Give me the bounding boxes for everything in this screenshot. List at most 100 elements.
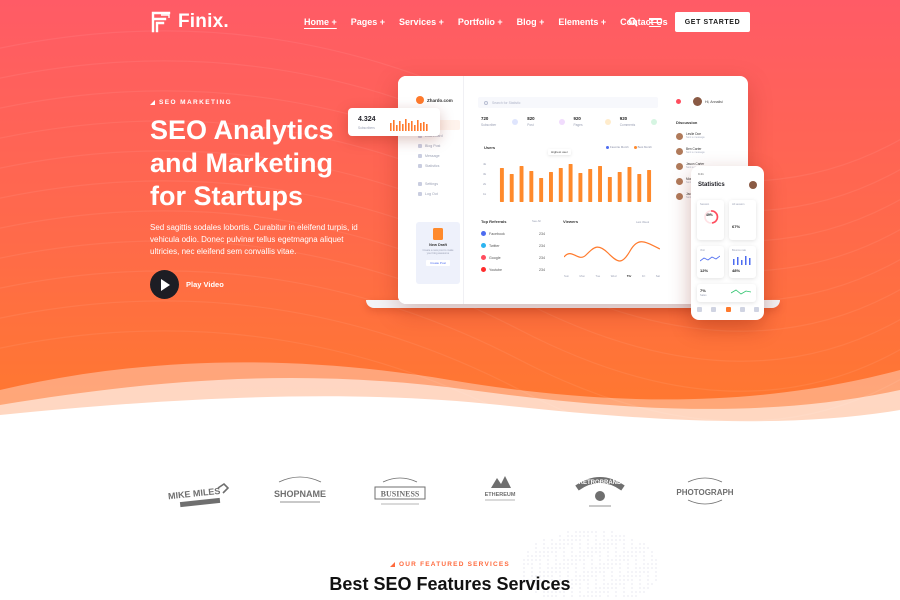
map-dot — [579, 551, 581, 553]
map-dot — [595, 543, 597, 545]
document-icon — [433, 228, 443, 240]
play-icon — [161, 278, 170, 291]
map-dot — [555, 555, 557, 557]
hero-eyebrow-text: SEO MARKETING — [159, 99, 233, 106]
tile-value: 49% — [706, 213, 713, 217]
map-dot — [643, 547, 645, 549]
hero-title-line: SEO Analytics — [150, 115, 334, 145]
viewers-panel: Viewers Last Week Sun Mon Tue Wed Thr Fr… — [558, 217, 663, 283]
tile-value: 7% — [700, 288, 706, 293]
eyebrow-triangle-icon — [390, 562, 396, 567]
legend-label: Favorite Month — [610, 145, 629, 149]
users-bar — [529, 171, 534, 202]
map-dot — [591, 595, 593, 597]
map-dot — [555, 547, 557, 549]
map-dot — [623, 539, 625, 541]
map-dot — [563, 547, 565, 549]
dashboard-brand-text: Zhardo.com — [427, 97, 453, 103]
subscribers-mini-card: 4.324 Subscribers — [348, 108, 440, 136]
tile-value: 12% — [700, 268, 709, 273]
message-icon — [418, 154, 422, 158]
sidebar-item-label: Statistics — [425, 164, 440, 168]
map-dot — [623, 535, 625, 537]
create-post-button: Create Post — [426, 259, 450, 266]
map-dot — [603, 547, 605, 549]
map-dot — [631, 595, 633, 597]
map-dot — [599, 555, 601, 557]
day-label-active: Thr — [626, 274, 632, 278]
hero-description: Sed sagittis sodales lobortis. Curabitur… — [150, 223, 358, 256]
home-icon — [697, 307, 702, 312]
map-dot — [543, 551, 545, 553]
map-dot — [555, 551, 557, 553]
nav-item-blog[interactable]: Blog + — [517, 17, 545, 27]
avatar — [749, 181, 757, 189]
users-bar — [549, 172, 553, 202]
map-dot — [567, 535, 569, 537]
hero-wave-divider — [0, 362, 900, 430]
stat-post: 820 Post — [524, 114, 570, 136]
referral-count: 234 — [539, 243, 545, 248]
play-button-circle[interactable] — [150, 270, 179, 299]
stat-value: 820 — [527, 116, 535, 121]
day-label: Sun — [564, 274, 569, 278]
day-label: Mon — [579, 274, 585, 278]
map-dot — [591, 551, 593, 553]
nav-item-elements[interactable]: Elements + — [558, 17, 606, 27]
users-bar-chart: 4k 3k 2k 1k — [483, 162, 652, 202]
nav-item-pages[interactable]: Pages + — [351, 17, 385, 27]
map-dot — [539, 571, 541, 573]
statistics-icon — [418, 164, 422, 168]
nav-item-home[interactable]: Home + — [304, 17, 337, 27]
y-tick-label: 3k — [483, 172, 487, 176]
map-dot — [547, 571, 549, 573]
stat-label: Comments — [619, 122, 636, 127]
get-started-button[interactable]: GET STARTED — [675, 12, 750, 32]
users-bar — [607, 177, 612, 202]
nav-item-portfolio[interactable]: Portfolio + — [458, 17, 503, 27]
map-dot — [587, 535, 589, 537]
map-dot — [611, 535, 613, 537]
map-dot — [575, 531, 577, 533]
referral-row: Facebook 234 — [481, 231, 545, 236]
map-dot — [595, 535, 597, 537]
stat-value: 920 — [619, 116, 628, 121]
phone-tile-all-session: All session 67% — [729, 200, 756, 240]
users-bar — [637, 174, 642, 202]
map-dot — [555, 543, 557, 545]
mini-card-value: 4.324 — [358, 116, 376, 123]
discussion-row: Ben Carter Sent a message — [676, 147, 705, 155]
avatar — [676, 147, 683, 155]
y-tick-label: 1k — [483, 192, 487, 196]
sidebar-item-statistics: Statistics — [418, 164, 439, 168]
stat-subscriber: 720 Subscriber — [478, 114, 524, 136]
map-dot — [535, 547, 537, 549]
map-dot — [639, 543, 641, 545]
play-video-button[interactable]: Play Video — [150, 270, 224, 299]
map-dot — [587, 555, 589, 557]
search-icon[interactable] — [628, 17, 638, 27]
new-draft-text: Create a new post to make your blog awes… — [422, 249, 454, 256]
map-dot — [611, 571, 613, 573]
viewers-line-chart — [564, 241, 660, 262]
site-logo[interactable]: Finix. — [150, 10, 229, 34]
map-dot — [555, 595, 557, 597]
map-dot — [547, 551, 549, 553]
google-icon — [481, 255, 486, 260]
map-dot — [635, 571, 637, 573]
map-dot — [619, 535, 621, 537]
map-dot — [595, 571, 597, 573]
play-video-label[interactable]: Play Video — [186, 280, 224, 289]
map-dot — [587, 595, 589, 597]
partner-logo-shopname: SHOPNAME — [274, 476, 326, 503]
nav-item-services[interactable]: Services + — [399, 17, 444, 27]
map-dot — [623, 595, 625, 597]
map-dot — [567, 543, 569, 545]
top-referrals-panel: Top Referrals See All Facebook 234 Twitte… — [478, 217, 550, 283]
post-icon — [558, 119, 565, 125]
users-bar — [588, 169, 593, 202]
eyebrow-triangle-icon — [150, 100, 155, 105]
map-dot — [551, 547, 553, 549]
day-label: Wed — [610, 274, 617, 278]
hamburger-menu-icon[interactable] — [649, 18, 661, 27]
